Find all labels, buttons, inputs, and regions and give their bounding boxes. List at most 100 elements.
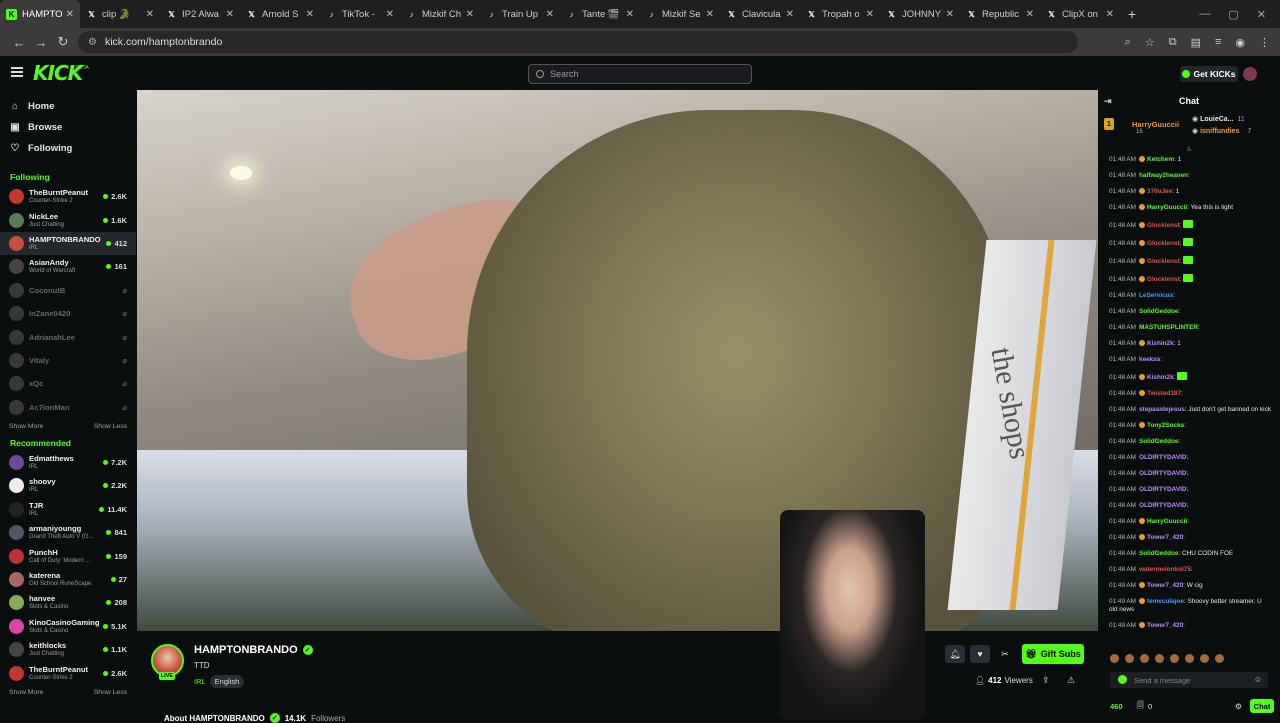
user-avatar[interactable] — [1243, 67, 1257, 81]
stream-category[interactable]: IRL — [194, 677, 206, 686]
notification-bell-icon[interactable]: 🔔︎ — [945, 645, 965, 663]
browser-tab[interactable]: 𝕏 Republic ✕ — [960, 0, 1040, 28]
message-username[interactable]: Tony2Socks — [1147, 422, 1184, 429]
tab-close-icon[interactable]: ✕ — [1106, 9, 1114, 20]
browser-tab[interactable]: 𝕏 Clavicula ✕ — [720, 0, 800, 28]
chat-message[interactable]: 01:48 AM Tower7_420: — [1109, 534, 1272, 542]
sidebar-nav-home[interactable]: ⌂ Home — [0, 96, 136, 117]
kick-points[interactable]: 460 — [1110, 702, 1123, 711]
sidebar-channel[interactable]: TheBurntPeanut Counter-Strike 2 2.6K — [0, 185, 136, 208]
chat-message[interactable]: 01:48 AM SolidGeddoe: CHU CODIN FOE — [1109, 550, 1272, 558]
sidebar-channel[interactable]: InZane0420 ⌀ — [0, 302, 136, 325]
message-username[interactable]: OLDIRTYDAVID — [1139, 470, 1186, 477]
message-username[interactable]: Glocklenst — [1147, 258, 1180, 265]
tab-close-icon[interactable]: ✕ — [706, 9, 714, 20]
recommended-show-more[interactable]: Show More — [9, 689, 43, 696]
tab-close-icon[interactable]: ✕ — [146, 9, 154, 20]
sidebar-channel[interactable]: TJR IRL 11.4K — [0, 498, 136, 521]
sidebar-channel[interactable]: hanvee Slots & Casino 208 — [0, 591, 136, 614]
chat-message[interactable]: 01:48 AM watermelonkid75: — [1109, 566, 1272, 574]
message-username[interactable]: HarryGuuccii — [1147, 518, 1187, 525]
message-username[interactable]: HarryGuuccii — [1147, 204, 1187, 211]
message-username[interactable]: watermelonkid75 — [1139, 566, 1191, 573]
chat-message[interactable]: 01:49 AM temeculajoe: Shoovy better strea… — [1109, 598, 1272, 614]
search-input[interactable]: Search — [528, 64, 752, 84]
tab-close-icon[interactable]: ✕ — [226, 9, 234, 20]
message-username[interactable]: OLDIRTYDAVID — [1139, 502, 1186, 509]
gift-subs-button[interactable]: 🎁︎ Gift Subs — [1022, 644, 1084, 664]
browser-tab[interactable]: ♪ Mizkif Se ✕ — [640, 0, 720, 28]
sidebar-channel[interactable]: keithlocks Just Chatting 1.1K — [0, 638, 136, 661]
tab-close-icon[interactable]: ✕ — [1026, 9, 1034, 20]
kick-emote-icon[interactable] — [1118, 675, 1127, 684]
browser-tab[interactable]: 𝕏 IP2 Alwa ✕ — [160, 0, 240, 28]
sidebar-channel[interactable]: PunchH Call of Duty: Modern ... 159 — [0, 544, 136, 567]
message-username[interactable]: Tower7_420 — [1147, 582, 1183, 589]
menu-hamburger-icon[interactable] — [11, 67, 23, 77]
follow-heart-icon[interactable]: ♥ — [970, 645, 990, 663]
chat-message[interactable]: 01:48 AM Twisted187: — [1109, 390, 1272, 398]
chat-settings-icon[interactable]: ⚙ — [1235, 702, 1242, 711]
sidebar-channel[interactable]: Edmatthews IRL 7.2K — [0, 451, 136, 474]
message-username[interactable]: OLDIRTYDAVID — [1139, 486, 1186, 493]
chat-message[interactable]: 01:48 AM OLDIRTYDAVID: — [1109, 454, 1272, 462]
sidebar-channel[interactable]: shoovy IRL 2.2K — [0, 474, 136, 497]
chat-message[interactable]: 01:48 AM HarryGuuccii: Yea this is light — [1109, 204, 1272, 212]
clip-icon[interactable]: ✂ — [995, 645, 1015, 663]
chat-message[interactable]: 01:48 AM OLDIRTYDAVID: — [1109, 502, 1272, 510]
browser-tab[interactable]: ♪ TikTok - ✕ — [320, 0, 400, 28]
message-username[interactable]: Glocklenst — [1147, 276, 1180, 283]
sidebar-channel[interactable]: Ac7ionMan ⌀ — [0, 396, 136, 419]
minimize-icon[interactable]: — — [1199, 8, 1210, 21]
chat-message-input[interactable]: Send a message ☺ — [1110, 672, 1268, 688]
message-username[interactable]: stepasidejesus — [1139, 406, 1185, 413]
chat-message[interactable]: 01:48 AM halfway2heaven: — [1109, 172, 1272, 180]
chat-message[interactable]: 01:48 AM stepasidejesus: Just don't get b… — [1109, 406, 1272, 414]
tab-close-icon[interactable]: ✕ — [306, 9, 314, 20]
stream-language-tag[interactable]: English — [209, 675, 245, 688]
emoji-icon[interactable]: ☺ — [1254, 675, 1262, 684]
message-username[interactable]: MASTUHSPLINTER — [1139, 324, 1198, 331]
message-username[interactable]: SolidGeddoe — [1139, 438, 1178, 445]
chat-message[interactable]: 01:48 AM keekss: — [1109, 356, 1272, 364]
chat-message[interactable]: 01:48 AM Glocklenst: — [1109, 256, 1272, 266]
profile-icon[interactable]: ◉ — [1235, 36, 1245, 49]
report-icon[interactable]: ⚠ — [1067, 675, 1075, 686]
message-username[interactable]: 370uJee — [1147, 188, 1172, 195]
sidebar-channel[interactable]: katerena Old School RuneScape 27 — [0, 568, 136, 591]
url-field[interactable]: ⚙ kick.com/hamptonbrando — [78, 31, 1078, 53]
chat-message[interactable]: 01:48 AM OLDIRTYDAVID: — [1109, 486, 1272, 494]
message-username[interactable]: Kishin2k — [1147, 340, 1174, 347]
sidepanel-icon[interactable]: ▤ — [1191, 36, 1201, 49]
tab-close-icon[interactable]: ✕ — [866, 9, 874, 20]
browser-tab[interactable]: 𝕏 Arnold S ✕ — [240, 0, 320, 28]
chat-message[interactable]: 01:48 AM Glocklenst: — [1109, 238, 1272, 248]
site-info-icon[interactable]: ⚙ — [88, 37, 97, 48]
chat-message[interactable]: 01:48 AM SolidGeddoe: — [1109, 438, 1272, 446]
chat-message[interactable]: 01:48 AM HarryGuuccii: — [1109, 518, 1272, 526]
chat-message[interactable]: 01:48 AM MASTUHSPLINTER: — [1109, 324, 1272, 332]
chat-message[interactable]: 01:48 AM OLDIRTYDAVID: — [1109, 470, 1272, 478]
tab-close-icon[interactable]: ✕ — [786, 9, 794, 20]
following-show-less[interactable]: Show Less — [94, 423, 127, 430]
message-username[interactable]: Kishin2k — [1147, 374, 1174, 381]
chat-message[interactable]: 01:48 AM Kishin2k: 1 — [1109, 340, 1272, 348]
sidebar-nav-following[interactable]: ♡ Following — [0, 138, 136, 159]
chat-message[interactable]: 01:48 AM Glocklenst: — [1109, 220, 1272, 230]
message-username[interactable]: SolidGeddoe — [1139, 550, 1178, 557]
recommended-show-less[interactable]: Show Less — [94, 689, 127, 696]
reload-icon[interactable]: ↻ — [52, 34, 74, 50]
chat-message[interactable]: 01:48 AM Kishin2k: — [1109, 372, 1272, 382]
message-username[interactable]: Ketchem — [1147, 156, 1174, 163]
zoom-icon[interactable]: ⌕ — [1125, 36, 1131, 49]
message-username[interactable]: LeServicus — [1139, 292, 1173, 299]
tab-close-icon[interactable]: ✕ — [626, 9, 634, 20]
tab-close-icon[interactable]: ✕ — [66, 9, 74, 20]
chat-pause-icon[interactable]: ≚ — [1098, 146, 1280, 156]
share-icon[interactable]: ⇪ — [1042, 675, 1050, 686]
tab-close-icon[interactable]: ✕ — [546, 9, 554, 20]
video-player[interactable]: the shops — [137, 90, 1098, 631]
media-icon[interactable]: ≡ — [1215, 36, 1221, 49]
chat-message[interactable]: 01:49 AM Tower7_420: — [1109, 622, 1272, 630]
browser-tab[interactable]: ♪ Tante 🎬 ✕ — [560, 0, 640, 28]
